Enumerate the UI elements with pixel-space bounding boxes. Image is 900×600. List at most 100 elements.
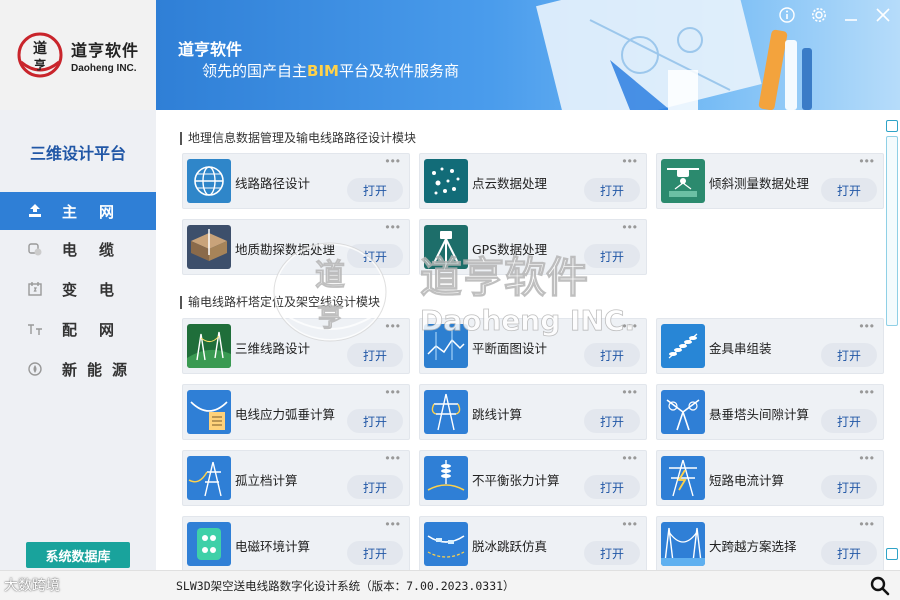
module-card-route-design[interactable]: 线路路径设计 ••• 打开 [182, 153, 410, 209]
module-card-3d-line-design[interactable]: 三维线路设计 ••• 打开 [182, 318, 410, 374]
tension-icon [424, 456, 468, 500]
module-card-isolated-span[interactable]: 孤立档计算 ••• 打开 [182, 450, 410, 506]
module-card-emf-environment[interactable]: 电磁环境计算 ••• 打开 [182, 516, 410, 570]
module-card-point-cloud[interactable]: 点云数据处理 ••• 打开 [419, 153, 647, 209]
open-button[interactable]: 打开 [584, 178, 640, 202]
sidebar-item-label: 电缆 [62, 240, 137, 259]
more-icon[interactable]: ••• [385, 386, 401, 398]
sidebar-item-cable[interactable]: 电缆 [0, 230, 156, 268]
module-name: 孤立档计算 [235, 473, 298, 488]
scrollbar[interactable] [886, 120, 898, 560]
window-controls [778, 6, 892, 24]
sidebar-item-main-grid[interactable]: 主网 [0, 192, 156, 230]
module-card-gps[interactable]: GPS数据处理 ••• 打开 [419, 219, 647, 275]
module-card-short-circuit[interactable]: 短路电流计算 ••• 打开 [656, 450, 884, 506]
open-button[interactable]: 打开 [584, 244, 640, 268]
module-name: 悬垂塔头间隙计算 [709, 407, 810, 422]
sidebar-item-label: 配网 [62, 320, 137, 339]
module-card-ice-shedding[interactable]: 脱冰跳跃仿真 ••• 打开 [419, 516, 647, 570]
module-name: 金具串组装 [709, 341, 772, 356]
status-bar: 大数跨境 SLW3D架空送电线路数字化设计系统（版本：7.00.2023.033… [0, 570, 900, 600]
module-name: 点云数据处理 [472, 176, 548, 191]
globe-icon [187, 159, 231, 203]
logo-english-name: Daoheng INC. [70, 62, 137, 74]
open-button[interactable]: 打开 [584, 541, 640, 565]
more-icon[interactable]: ••• [622, 155, 638, 167]
geology-icon [187, 225, 231, 269]
scroll-down-button[interactable] [886, 548, 898, 560]
banner-subtitle: 领先的国产自主BIM平台及软件服务商 [202, 62, 459, 80]
profile-icon [424, 324, 468, 368]
long-span-icon [661, 522, 705, 566]
module-name: 倾斜测量数据处理 [709, 176, 810, 191]
gear-icon[interactable] [810, 6, 828, 24]
module-card-sag-tension[interactable]: 电线应力弧垂计算 ••• 打开 [182, 384, 410, 440]
module-card-fitting-string[interactable]: 金具串组装 ••• 打开 [656, 318, 884, 374]
insulator-icon [661, 324, 705, 368]
scroll-up-button[interactable] [886, 120, 898, 132]
svg-text:道: 道 [33, 40, 47, 57]
more-icon[interactable]: ••• [385, 518, 401, 530]
sag-icon [187, 390, 231, 434]
module-card-jumper[interactable]: 跳线计算 ••• 打开 [419, 384, 647, 440]
ice-shedding-icon [424, 522, 468, 566]
more-icon[interactable]: ••• [385, 155, 401, 167]
more-icon[interactable]: ••• [859, 452, 875, 464]
open-button[interactable]: 打开 [821, 178, 877, 202]
more-icon[interactable]: ••• [859, 320, 875, 332]
info-icon[interactable] [778, 6, 796, 24]
open-button[interactable]: 打开 [821, 409, 877, 433]
search-icon[interactable] [870, 576, 890, 596]
open-button[interactable]: 打开 [347, 343, 403, 367]
more-icon[interactable]: ••• [859, 155, 875, 167]
logo-icon: 道 亨 [17, 32, 63, 78]
module-list: 地理信息数据管理及输电线路路径设计模块 线路路径设计 ••• 打开 点云数据处理… [156, 110, 900, 570]
sidebar-item-substation[interactable]: 变电 [0, 270, 156, 308]
more-icon[interactable]: ••• [385, 221, 401, 233]
more-icon[interactable]: ••• [622, 320, 638, 332]
open-button[interactable]: 打开 [347, 244, 403, 268]
jumper-icon [424, 390, 468, 434]
short-circuit-icon [661, 456, 705, 500]
more-icon[interactable]: ••• [622, 452, 638, 464]
section-title: 地理信息数据管理及输电线路路径设计模块 [180, 132, 416, 145]
more-icon[interactable]: ••• [859, 386, 875, 398]
more-icon[interactable]: ••• [385, 320, 401, 332]
module-card-tower-head-clearance[interactable]: 悬垂塔头间隙计算 ••• 打开 [656, 384, 884, 440]
sidebar-item-distribution[interactable]: 配网 [0, 310, 156, 348]
open-button[interactable]: 打开 [584, 475, 640, 499]
open-button[interactable]: 打开 [584, 409, 640, 433]
close-icon[interactable] [874, 6, 892, 24]
module-card-long-span[interactable]: 大跨越方案选择 ••• 打开 [656, 516, 884, 570]
svg-text:亨: 亨 [34, 57, 46, 72]
scroll-thumb[interactable] [886, 136, 898, 326]
more-icon[interactable]: ••• [859, 518, 875, 530]
open-button[interactable]: 打开 [347, 541, 403, 565]
system-database-button[interactable]: 系统数据库 [26, 542, 130, 568]
drone-icon [661, 159, 705, 203]
more-icon[interactable]: ••• [385, 452, 401, 464]
open-button[interactable]: 打开 [347, 409, 403, 433]
open-button[interactable]: 打开 [347, 475, 403, 499]
substation-icon [26, 280, 44, 298]
open-button[interactable]: 打开 [347, 178, 403, 202]
open-button[interactable]: 打开 [584, 343, 640, 367]
module-card-geology[interactable]: 地质勘探数据处理 ••• 打开 [182, 219, 410, 275]
more-icon[interactable]: ••• [622, 386, 638, 398]
open-button[interactable]: 打开 [821, 475, 877, 499]
module-card-unbalanced-tension[interactable]: 不平衡张力计算 ••• 打开 [419, 450, 647, 506]
module-card-profile-design[interactable]: 平断面图设计 ••• 打开 [419, 318, 647, 374]
open-button[interactable]: 打开 [821, 541, 877, 565]
module-name: 电线应力弧垂计算 [235, 407, 336, 422]
minimize-icon[interactable] [842, 6, 860, 24]
more-icon[interactable]: ••• [622, 221, 638, 233]
tower-head-icon [661, 390, 705, 434]
emf-icon [187, 522, 231, 566]
module-name: 不平衡张力计算 [472, 473, 560, 488]
open-button[interactable]: 打开 [821, 343, 877, 367]
isolated-span-icon [187, 456, 231, 500]
sidebar-item-new-energy[interactable]: 新能源 [0, 350, 156, 388]
banner-title: 道亨软件 [178, 40, 243, 59]
more-icon[interactable]: ••• [622, 518, 638, 530]
module-card-oblique-survey[interactable]: 倾斜测量数据处理 ••• 打开 [656, 153, 884, 209]
